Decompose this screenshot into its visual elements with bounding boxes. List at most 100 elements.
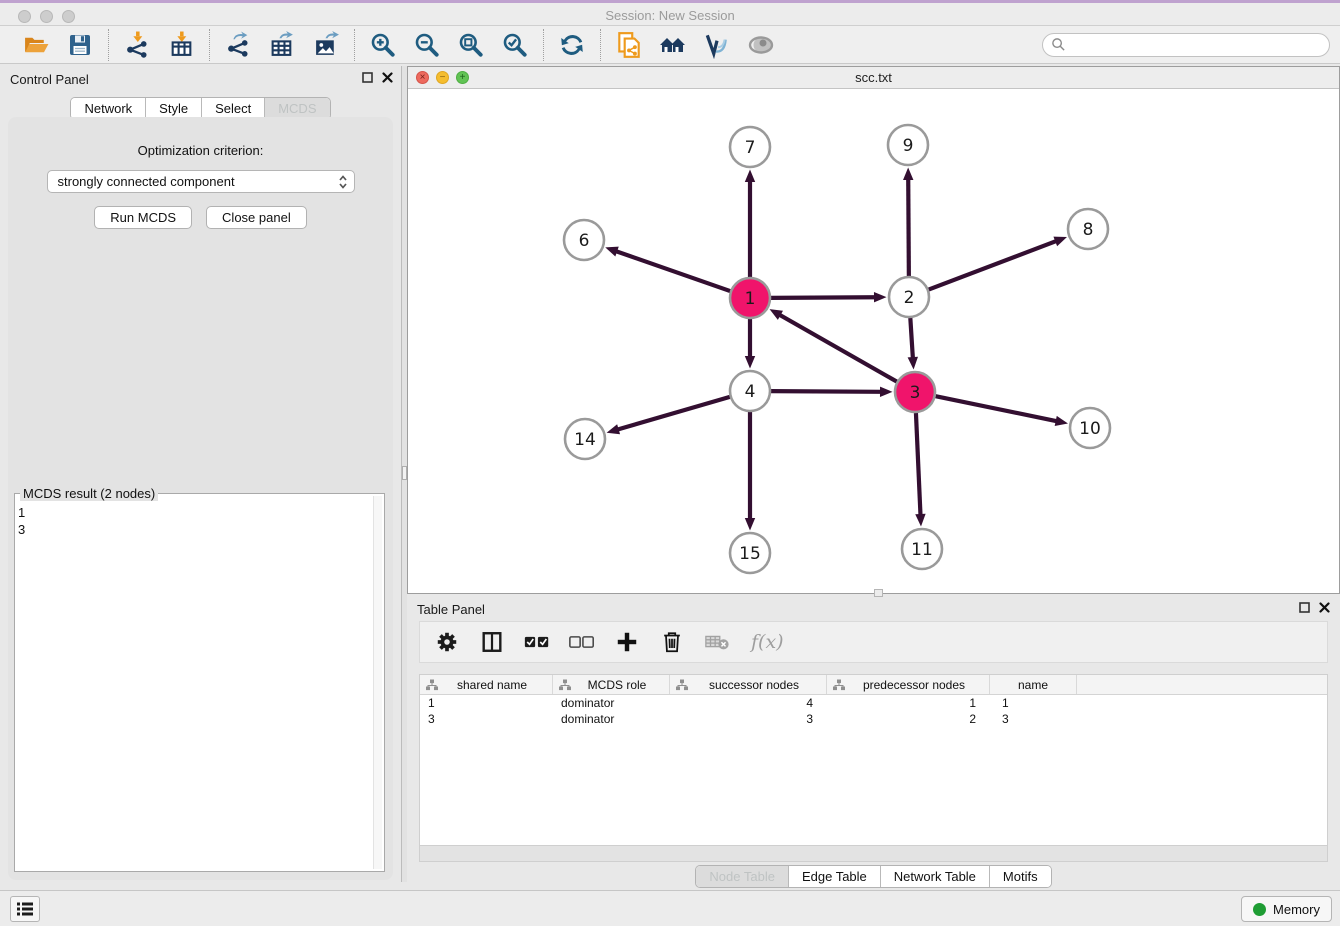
svg-text:6: 6 [579, 231, 590, 251]
close-panel-button[interactable]: Close panel [206, 206, 307, 229]
apply-layout-icon[interactable] [557, 30, 587, 60]
graph-edge-3-11[interactable] [916, 413, 921, 515]
delete-table-icon[interactable] [702, 627, 732, 657]
memory-button[interactable]: Memory [1241, 896, 1332, 922]
tab-network[interactable]: Network [71, 98, 145, 119]
mcds-result-box: MCDS result (2 nodes) 1 3 [14, 493, 385, 872]
graph-node-8[interactable]: 8 [1068, 209, 1108, 249]
table-row[interactable]: 1 dominator 4 1 1 [420, 695, 1327, 711]
optimization-criterion-label: Optimization criterion: [8, 143, 393, 158]
app-window: Session: New Session [0, 0, 1340, 926]
graph-node-9[interactable]: 9 [888, 125, 928, 165]
column-header-mcds-role[interactable]: MCDS role [553, 675, 670, 694]
table-horizontal-scrollbar[interactable] [419, 846, 1328, 862]
select-all-columns-icon[interactable] [522, 627, 552, 657]
graph-edge-3-10[interactable] [936, 396, 1057, 421]
table-options-icon[interactable] [432, 627, 462, 657]
close-table-panel-icon[interactable] [1319, 602, 1330, 613]
graph-node-2[interactable]: 2 [889, 277, 929, 317]
tab-network-table[interactable]: Network Table [880, 866, 989, 887]
column-header-shared-name[interactable]: shared name [420, 675, 553, 694]
graph-node-11[interactable]: 11 [902, 529, 942, 569]
export-image-icon[interactable] [311, 30, 341, 60]
svg-text:11: 11 [911, 540, 933, 560]
search-input[interactable] [1071, 38, 1321, 52]
save-session-icon[interactable] [65, 30, 95, 60]
tab-edge-table[interactable]: Edge Table [788, 866, 880, 887]
select-stepper-icon [338, 174, 348, 190]
float-panel-icon[interactable] [362, 72, 373, 83]
tab-motifs[interactable]: Motifs [989, 866, 1051, 887]
graph-node-1[interactable]: 1 [730, 278, 770, 318]
import-network-icon[interactable] [122, 30, 152, 60]
table-toolbar: f(x) [419, 621, 1328, 663]
svg-text:f(x): f(x) [749, 631, 784, 653]
svg-text:4: 4 [745, 382, 756, 402]
table-panel: Table Panel [407, 596, 1340, 890]
graph-node-15[interactable]: 15 [730, 533, 770, 573]
search-icon [1051, 37, 1066, 52]
mcds-result-text[interactable]: 1 3 [18, 504, 372, 869]
graph-edge-1-2[interactable] [771, 297, 875, 298]
clone-network-icon[interactable] [614, 30, 644, 60]
import-table-icon[interactable] [166, 30, 196, 60]
task-history-button[interactable] [10, 896, 40, 922]
float-table-panel-icon[interactable] [1299, 602, 1310, 613]
export-network-icon[interactable] [223, 30, 253, 60]
graph-edge-3-1[interactable] [780, 315, 897, 382]
hide-selected-icon[interactable] [746, 30, 776, 60]
column-header-name[interactable]: name [990, 675, 1077, 694]
function-builder-icon[interactable]: f(x) [747, 627, 791, 657]
graph-edge-1-6[interactable] [616, 251, 730, 291]
graph-edge-4-3[interactable] [771, 391, 881, 392]
graph-edge-4-14[interactable] [618, 397, 730, 430]
column-tree-icon [676, 679, 688, 691]
table-row[interactable]: 3 dominator 3 2 3 [420, 711, 1327, 727]
close-panel-icon[interactable] [382, 72, 393, 83]
column-header-predecessor-nodes[interactable]: predecessor nodes [827, 675, 990, 694]
unselect-all-columns-icon[interactable] [567, 627, 597, 657]
first-neighbors-icon[interactable] [658, 30, 688, 60]
status-bar: Memory [0, 890, 1340, 926]
export-table-icon[interactable] [267, 30, 297, 60]
delete-columns-icon[interactable] [657, 627, 687, 657]
search-box[interactable] [1042, 33, 1330, 57]
graph-node-6[interactable]: 6 [564, 220, 604, 260]
tab-select[interactable]: Select [201, 98, 264, 119]
graph-edge-2-8[interactable] [929, 241, 1057, 289]
graph-node-4[interactable]: 4 [730, 371, 770, 411]
show-column-icon[interactable] [477, 627, 507, 657]
graph-edge-2-9[interactable] [908, 179, 909, 276]
optimization-criterion-select[interactable]: strongly connected component [47, 170, 355, 193]
graph-node-3[interactable]: 3 [895, 372, 935, 412]
node-table: shared name MCDS role successor nodes pr… [419, 674, 1328, 846]
zoom-out-icon[interactable] [412, 30, 442, 60]
zoom-in-icon[interactable] [368, 30, 398, 60]
control-panel: Control Panel Network Style Select MCDS … [0, 66, 401, 882]
graph-node-10[interactable]: 10 [1070, 408, 1110, 448]
graph-edge-2-3[interactable] [910, 318, 913, 358]
column-header-successor-nodes[interactable]: successor nodes [670, 675, 827, 694]
open-session-icon[interactable] [21, 30, 51, 60]
tab-mcds[interactable]: MCDS [264, 98, 329, 119]
network-window-titlebar[interactable]: × − + scc.txt [408, 67, 1339, 89]
graph-node-7[interactable]: 7 [730, 127, 770, 167]
column-tree-icon [833, 679, 845, 691]
zoom-selected-icon[interactable] [500, 30, 530, 60]
network-window-title: scc.txt [408, 70, 1339, 85]
graph-node-14[interactable]: 14 [565, 419, 605, 459]
workspace: Control Panel Network Style Select MCDS … [0, 64, 1340, 890]
mcds-result-title: MCDS result (2 nodes) [20, 486, 158, 501]
result-scrollbar[interactable] [373, 496, 382, 869]
zoom-fit-icon[interactable] [456, 30, 486, 60]
vizmapper-icon[interactable] [702, 30, 732, 60]
svg-text:9: 9 [903, 136, 914, 156]
svg-text:14: 14 [574, 430, 596, 450]
network-canvas[interactable]: 7 9 6 8 1 2 4 3 14 10 15 11 [408, 89, 1339, 593]
create-column-icon[interactable] [612, 627, 642, 657]
svg-text:1: 1 [745, 289, 756, 309]
tab-style[interactable]: Style [145, 98, 201, 119]
tab-node-table[interactable]: Node Table [696, 866, 788, 887]
table-panel-title: Table Panel [417, 602, 485, 617]
run-mcds-button[interactable]: Run MCDS [94, 206, 192, 229]
